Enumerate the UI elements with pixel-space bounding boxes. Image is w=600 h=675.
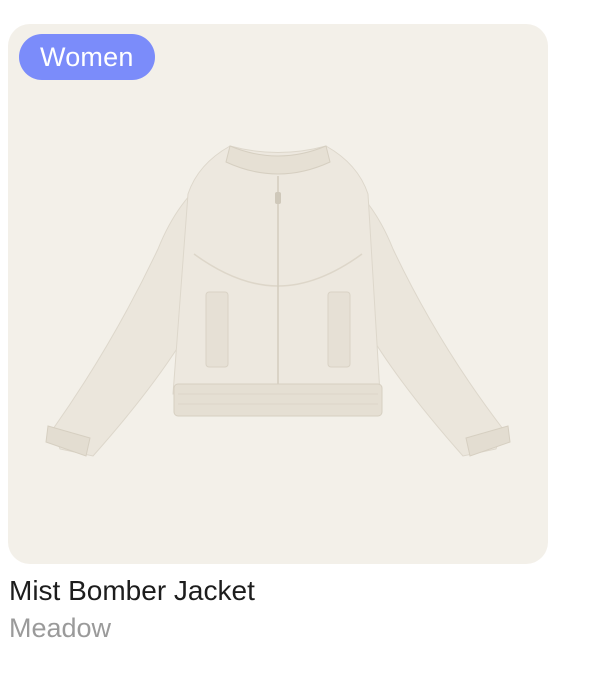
brand-name: Meadow (9, 613, 112, 643)
product-card[interactable]: Women (8, 24, 548, 564)
bomber-jacket-image[interactable] (8, 24, 548, 564)
category-badge: Women (19, 34, 155, 80)
product-title[interactable]: Mist Bomber Jacket (9, 573, 255, 609)
